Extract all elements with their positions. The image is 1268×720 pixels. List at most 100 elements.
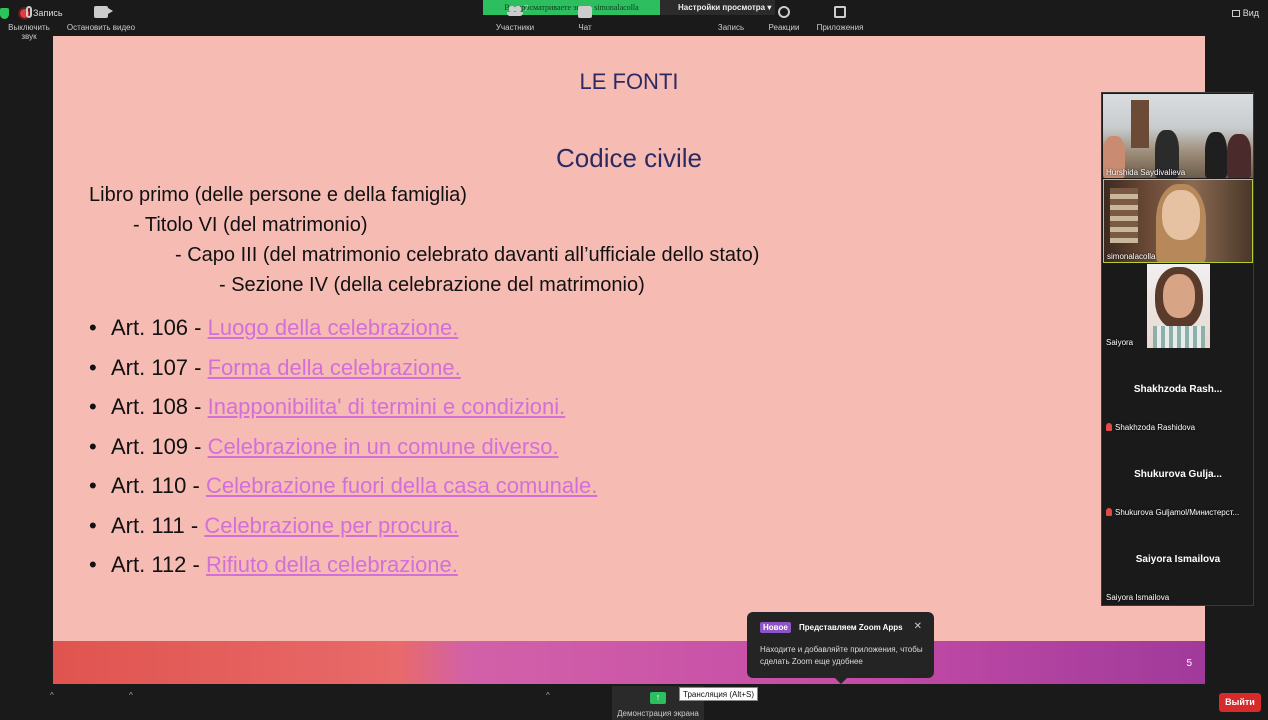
article-item: • Art. 107 - Forma della celebrazione. — [89, 355, 461, 381]
hierarchy-book: Libro primo (delle persone e della famig… — [89, 184, 467, 206]
video-frame — [1147, 264, 1210, 348]
hierarchy-section: - Sezione IV (della celebrazione del mat… — [219, 274, 645, 296]
participant-name: Shukurova Guljamol/Министерст... — [1115, 508, 1240, 517]
muted-mic-icon — [1106, 508, 1112, 516]
video-background — [1131, 100, 1149, 148]
video-person-face — [1162, 190, 1200, 240]
stop-video-label: Остановить видео — [66, 23, 136, 32]
video-options-caret[interactable]: ^ — [129, 691, 133, 700]
apps-label: Приложения — [816, 23, 864, 32]
article-link[interactable]: Luogo della celebrazione. — [208, 315, 459, 340]
apps-button[interactable]: Приложения — [812, 4, 868, 34]
participant-name: simonalacolla — [1107, 252, 1156, 261]
mute-label: Выключить звук — [8, 23, 50, 41]
article-link[interactable]: Forma della celebrazione. — [208, 355, 461, 380]
record-label: Запись — [717, 23, 745, 32]
article-item: • Art. 109 - Celebrazione in un comune di… — [89, 434, 559, 460]
participant-display-name: Saiyora Ismailova — [1135, 554, 1221, 565]
article-item: • Art. 106 - Luogo della celebrazione. — [89, 315, 458, 341]
article-number: Art. 110 - — [111, 473, 206, 498]
participants-count: 7 — [524, 4, 529, 13]
participant-gallery: Hurshida Saydivalieva simonalacolla Saiy… — [1101, 92, 1254, 606]
bullet: • — [89, 434, 97, 459]
participant-name: Shakhzoda Rashidova — [1115, 423, 1196, 432]
close-icon[interactable]: ✕ — [914, 621, 922, 632]
article-item: • Art. 112 - Rifiuto della celebrazione. — [89, 552, 458, 578]
smiley-icon — [778, 6, 790, 18]
new-badge: Новое — [760, 622, 791, 633]
grid-view-icon — [1231, 10, 1240, 17]
hierarchy-title: - Titolo VI (del matrimonio) — [133, 214, 368, 236]
participants-label: Участники — [495, 23, 535, 32]
slide-page-number: 5 — [1186, 658, 1192, 669]
bullet: • — [89, 315, 97, 340]
participants-icon-wrap: 7 — [492, 4, 538, 18]
reactions-button[interactable]: Реакции — [764, 4, 804, 34]
participant-tile[interactable]: Saiyora Ismailova Saiyora Ismailova — [1103, 519, 1253, 603]
article-item: • Art. 111 - Celebrazione per procura. — [89, 513, 459, 539]
view-label: Вид — [1242, 8, 1259, 18]
participant-display-name: Shukurova Gulja... — [1134, 469, 1222, 480]
article-number: Art. 112 - — [111, 552, 206, 577]
slide-title: LE FONTI — [579, 69, 679, 94]
reactions-label: Реакции — [768, 23, 800, 32]
share-screen-icon: ↑ — [650, 692, 666, 704]
bullet: • — [89, 552, 97, 577]
bullet: • — [89, 513, 97, 538]
people-icon — [507, 6, 523, 16]
participant-name: Hurshida Saydivalieva — [1106, 168, 1186, 177]
video-person-shirt — [1153, 326, 1205, 348]
video-camera-icon — [94, 6, 113, 18]
slide-subtitle: Codice civile — [556, 143, 702, 173]
shared-screen-slide: LE FONTI Codice civile Libro primo (dell… — [53, 36, 1205, 684]
video-person — [1227, 134, 1251, 178]
article-link[interactable]: Celebrazione fuori della casa comunale. — [206, 473, 597, 498]
record-button[interactable]: Запись — [712, 4, 750, 34]
participant-display-name: Shakhzoda Rash... — [1133, 384, 1223, 395]
article-link[interactable]: Inapponibilita' di termini e condizioni. — [208, 394, 566, 419]
slide-footer-band — [53, 641, 1205, 684]
article-link[interactable]: Celebrazione per procura. — [204, 513, 458, 538]
article-link[interactable]: Celebrazione in un comune diverso. — [208, 434, 559, 459]
article-number: Art. 109 - — [111, 434, 208, 459]
zoom-apps-popup: Новое Представляем Zoom Apps ✕ Находите … — [747, 612, 934, 684]
participant-tile[interactable]: Hurshida Saydivalieva — [1103, 94, 1253, 178]
participants-options-caret[interactable]: ^ — [546, 691, 550, 700]
hierarchy-chapter: - Capo III (del matrimonio celebrato dav… — [175, 244, 760, 266]
participants-button[interactable]: 7 Участники — [492, 4, 538, 34]
record-icon-spacer — [712, 6, 750, 18]
participant-tile[interactable]: Saiyora — [1103, 264, 1253, 348]
meeting-top-bar: Запись Вы просматриваете экран simonalac… — [0, 0, 1268, 30]
video-person — [1205, 132, 1227, 178]
article-item: • Art. 108 - Inapponibilita' di termini e… — [89, 394, 565, 420]
participant-tile[interactable]: Shakhzoda Rash... Shakhzoda Rashidova — [1103, 349, 1253, 433]
share-screen-label: Демонстрация экрана — [617, 709, 699, 718]
bullet: • — [89, 394, 97, 419]
microphone-icon — [26, 6, 32, 18]
participant-name-row: Shakhzoda Rashidova — [1106, 423, 1195, 432]
share-tooltip: Трансляция (Alt+S) — [679, 687, 759, 701]
participant-tile[interactable]: Shukurova Gulja... Shukurova Guljamol/Ми… — [1103, 434, 1253, 518]
participant-tile-active-speaker[interactable]: simonalacolla — [1103, 179, 1253, 263]
article-number: Art. 106 - — [111, 315, 208, 340]
bullet: • — [89, 473, 97, 498]
apps-icon — [834, 6, 846, 18]
popup-title: Представляем Zoom Apps — [799, 623, 903, 632]
view-button[interactable]: Вид — [1231, 8, 1259, 18]
audio-options-caret[interactable]: ^ — [50, 691, 54, 700]
article-number: Art. 108 - — [111, 394, 208, 419]
article-number: Art. 107 - — [111, 355, 208, 380]
article-item: • Art. 110 - Celebrazione fuori della cas… — [89, 473, 597, 499]
chat-bubble-icon — [578, 6, 592, 18]
popup-body: Находите и добавляйте приложения, чтобы … — [760, 645, 923, 666]
article-link[interactable]: Rifiuto della celebrazione. — [206, 552, 458, 577]
participant-name: Saiyora Ismailova — [1106, 593, 1170, 602]
participant-name-row: Shukurova Guljamol/Министерст... — [1106, 508, 1239, 517]
stop-video-button[interactable]: Остановить видео — [66, 4, 136, 34]
chat-button[interactable]: Чат — [566, 4, 604, 34]
bullet: • — [89, 355, 97, 380]
chat-label: Чат — [578, 23, 592, 32]
leave-button[interactable]: Выйти — [1219, 693, 1261, 712]
video-person-face — [1163, 274, 1195, 318]
mute-button[interactable]: Выключить звук — [0, 4, 58, 41]
